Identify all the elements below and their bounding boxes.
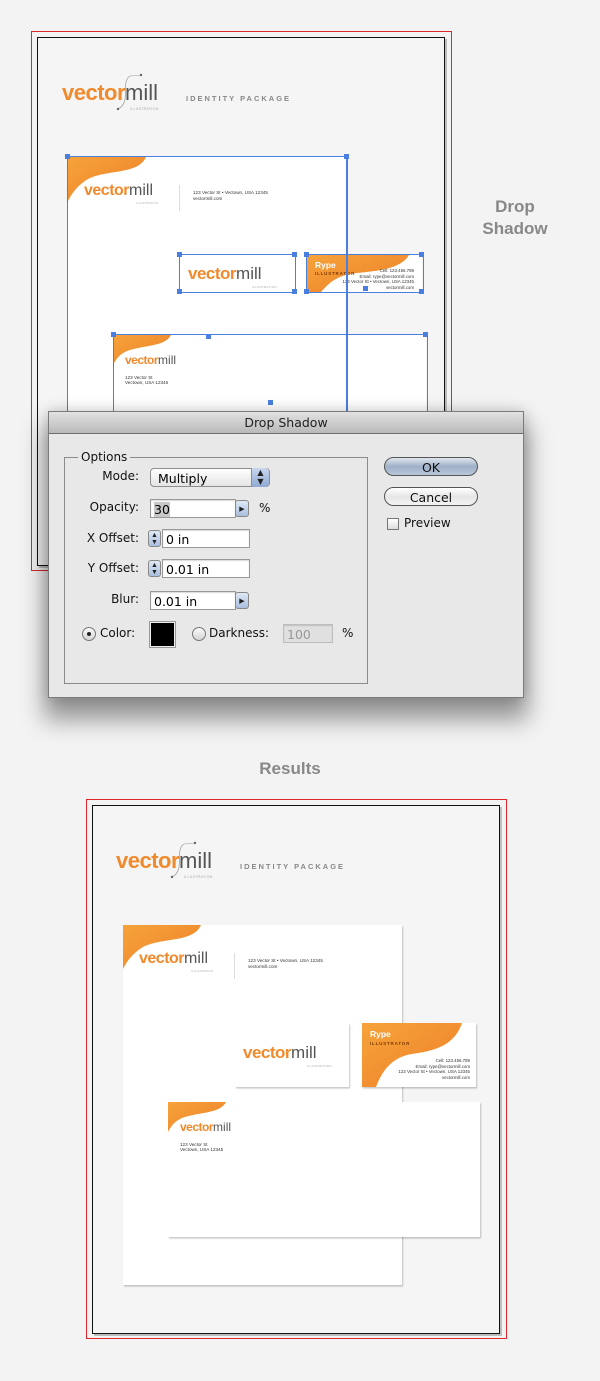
color-label: Color: <box>100 626 136 640</box>
letterhead-website: vectormill.com <box>248 964 278 969</box>
x-offset-stepper[interactable]: ▲ ▼ <box>148 530 161 547</box>
selection-handle[interactable] <box>419 289 424 294</box>
options-group-label: Options <box>78 450 131 464</box>
opacity-dropdown-button[interactable]: ▶ <box>235 500 249 517</box>
identity-package-label: IDENTITY PACKAGE <box>186 94 292 103</box>
updown-arrows-icon: ▲ ▼ <box>251 468 269 487</box>
mode-select[interactable]: Multiply ▲ ▼ <box>150 468 270 487</box>
envelope-address-line2: Vectown, USA 12345 <box>125 380 169 385</box>
selection-handle[interactable] <box>111 332 116 337</box>
opacity-unit: % <box>259 501 271 515</box>
cancel-button[interactable]: Cancel <box>384 487 478 506</box>
results-business-card: Rype ILLUSTRATOR Cell: 123.456.789 Email… <box>362 1023 476 1087</box>
guide-line-vertical <box>346 157 347 413</box>
selection-handle[interactable] <box>304 252 309 257</box>
selection-handle[interactable] <box>292 252 297 257</box>
selection-handle[interactable] <box>292 289 297 294</box>
results-heading: Results <box>259 759 321 778</box>
logo-card: vectormill ILLUSTRATION <box>180 255 295 292</box>
selection-handle[interactable] <box>304 289 309 294</box>
y-offset-input[interactable]: 0.01 in <box>162 559 250 578</box>
drop-shadow-heading: Drop Shadow <box>482 197 548 238</box>
selection-center-point[interactable] <box>268 400 273 405</box>
y-offset-label: Y Offset: <box>87 561 139 575</box>
darkness-label: Darkness: <box>209 626 270 640</box>
opacity-label: Opacity: <box>89 500 139 514</box>
selection-handle[interactable] <box>419 252 424 257</box>
preview-label: Preview <box>404 516 451 530</box>
x-offset-label: X Offset: <box>86 531 139 545</box>
dialog-title[interactable]: Drop Shadow <box>49 412 523 434</box>
letterhead-logo: vectormill ILLUSTRATION <box>84 182 158 205</box>
results-logo-card: vectormill ILLUSTRATION <box>235 1023 349 1087</box>
color-swatch[interactable] <box>149 621 176 648</box>
selection-center-point[interactable] <box>363 286 368 291</box>
opacity-input[interactable]: 30 <box>150 499 236 518</box>
selection-handle[interactable] <box>206 334 211 339</box>
envelope: vectormill 123 Vector St Vectown, USA 12… <box>113 335 426 420</box>
blur-input[interactable]: 0.01 in <box>150 591 236 610</box>
business-card-name: Rype <box>315 260 336 270</box>
y-offset-stepper[interactable]: ▲ ▼ <box>148 560 161 577</box>
selection-handle[interactable] <box>65 154 70 159</box>
blur-dropdown-button[interactable]: ▶ <box>235 592 249 609</box>
letterhead-divider <box>234 953 235 979</box>
darkness-input[interactable]: 100 <box>283 624 333 643</box>
letterhead-divider <box>179 185 180 211</box>
preview-checkbox[interactable] <box>387 518 399 530</box>
blur-label: Blur: <box>111 592 139 606</box>
mode-label: Mode: <box>102 469 139 483</box>
color-radio[interactable] <box>82 627 96 641</box>
results-header-logo: vectormill ILLUSTRATION <box>116 841 212 879</box>
results-envelope: vectormill 123 Vector St Vectown, USA 12… <box>168 1102 480 1237</box>
header-logo: vectormill ILLUSTRATION <box>62 73 158 111</box>
darkness-unit: % <box>342 626 354 640</box>
business-card-info: Cell: 123.456.789 Email: rype@vectormill… <box>342 268 414 290</box>
ok-button[interactable]: OK <box>384 457 478 476</box>
drop-shadow-dialog: Drop Shadow Options Mode: Multiply ▲ ▼ Op… <box>48 411 524 698</box>
mode-select-value: Multiply <box>158 471 208 486</box>
logo-bezier-icon <box>116 73 143 111</box>
darkness-radio[interactable] <box>192 627 206 641</box>
results-identity-package-label: IDENTITY PACKAGE <box>240 862 346 871</box>
x-offset-input[interactable]: 0 in <box>162 529 250 548</box>
letterhead-website: vectormill.com <box>193 196 223 201</box>
selection-handle[interactable] <box>423 332 428 337</box>
envelope-address-line2: Vectown, USA 12345 <box>180 1147 224 1152</box>
logo-bezier-icon <box>170 841 197 879</box>
selection-handle[interactable] <box>177 252 182 257</box>
selection-handle[interactable] <box>177 289 182 294</box>
